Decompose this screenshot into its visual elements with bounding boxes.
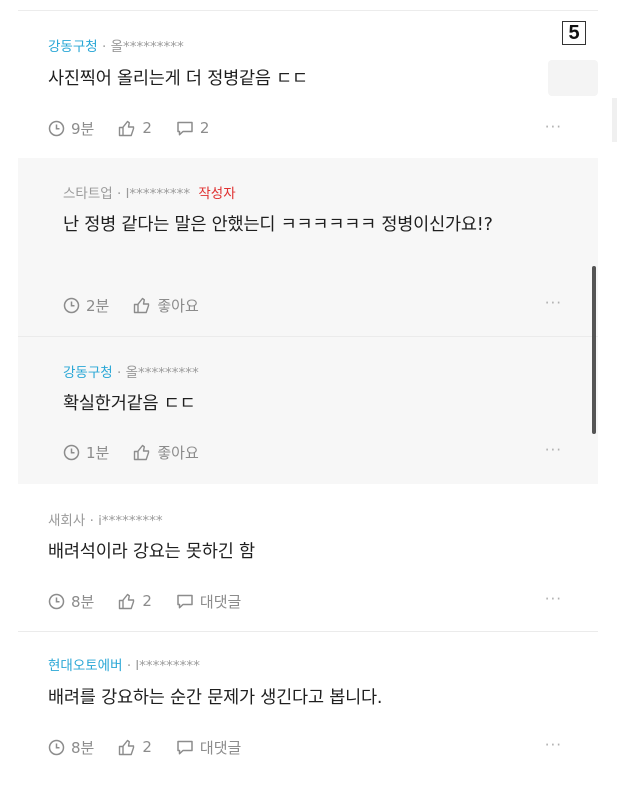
- reply-label: 대댓글: [199, 592, 242, 611]
- thumbs-up-icon: [133, 444, 157, 461]
- comment: 강동구청 · 올********* 사진찍어 올리는게 더 정병같음 ㄷㄷ 9분…: [18, 12, 598, 158]
- comment-actions: 8분 2 대댓글: [48, 590, 265, 612]
- comment-text: 난 정병 같다는 말은 안했는디 ㅋㅋㅋㅋㅋㅋ 정병이신가요!?: [63, 215, 493, 235]
- author-id: · l*********: [116, 186, 191, 202]
- time-stamp: 8분: [48, 737, 94, 758]
- time-stamp: 1분: [63, 442, 109, 463]
- thumbs-up-icon: [118, 120, 142, 137]
- time-text: 2분: [86, 296, 110, 315]
- time-text: 8분: [71, 738, 95, 757]
- like-count: 2: [142, 119, 152, 137]
- speech-bubble-icon: [176, 120, 200, 137]
- reply-count: 2: [199, 119, 210, 137]
- comment-header: 새회사 · i*********: [48, 513, 163, 529]
- time-stamp: 2분: [63, 295, 109, 316]
- time-stamp: 8분: [48, 591, 94, 612]
- reply-button[interactable]: 2: [176, 119, 210, 137]
- more-options-button[interactable]: ···: [545, 590, 562, 608]
- clock-icon: [48, 120, 71, 137]
- time-text: 8분: [71, 592, 95, 611]
- like-button[interactable]: 좋아요: [133, 295, 199, 316]
- comment: 새회사 · i********* 배려석이라 강요는 못하긴 함 8분 2 대댓…: [18, 485, 598, 631]
- comment: 현대오토에버 · l********* 배려를 강요하는 순간 문제가 생긴다고…: [18, 632, 598, 782]
- more-options-button[interactable]: ···: [545, 294, 562, 312]
- like-count: 2: [142, 592, 152, 610]
- scrollbar[interactable]: [592, 266, 596, 434]
- more-options-button[interactable]: ···: [545, 736, 562, 754]
- more-options-button[interactable]: ···: [545, 118, 562, 136]
- like-button[interactable]: 2: [118, 592, 152, 610]
- thumbs-up-icon: [118, 739, 142, 756]
- like-button[interactable]: 2: [118, 738, 152, 756]
- comment-actions: 8분 2 대댓글: [48, 736, 265, 758]
- comment-actions: 2분 좋아요: [63, 294, 223, 316]
- comment-actions: 1분 좋아요: [63, 441, 223, 463]
- speech-bubble-icon: [176, 739, 200, 756]
- like-label: 좋아요: [157, 296, 199, 315]
- time-text: 1분: [86, 443, 110, 462]
- author-name[interactable]: 강동구청: [48, 39, 98, 55]
- author-id: · l*********: [126, 658, 200, 674]
- like-count: 2: [142, 738, 152, 756]
- clock-icon: [63, 444, 86, 461]
- like-button[interactable]: 좋아요: [133, 442, 199, 463]
- clock-icon: [48, 739, 71, 756]
- reply-comment: 강동구청 · 올********* 확실한거같음 ㄷㄷ 1분 좋아요 ···: [18, 337, 598, 484]
- time-stamp: 9분: [48, 118, 94, 139]
- clock-icon: [63, 297, 86, 314]
- author-name[interactable]: 스타트업: [63, 186, 113, 202]
- clock-icon: [48, 593, 71, 610]
- time-text: 9분: [71, 119, 95, 138]
- author-name[interactable]: 강동구청: [63, 365, 113, 381]
- author-id: · i*********: [89, 513, 163, 529]
- comment-text: 확실한거같음 ㄷㄷ: [63, 394, 196, 414]
- comment-actions: 9분 2 2: [48, 117, 233, 139]
- reply-button[interactable]: 대댓글: [176, 737, 241, 758]
- comment-text: 사진찍어 올리는게 더 정병같음 ㄷㄷ: [48, 69, 308, 89]
- thumbs-up-icon: [133, 297, 157, 314]
- like-button[interactable]: 2: [118, 119, 152, 137]
- comment-header: 강동구청 · 올*********: [63, 365, 199, 381]
- comment-text: 배려를 강요하는 순간 문제가 생긴다고 봅니다.: [48, 688, 383, 708]
- comment-header: 현대오토에버 · l*********: [48, 658, 200, 674]
- op-badge: 작성자: [198, 186, 236, 202]
- author-name[interactable]: 새회사: [48, 513, 85, 529]
- thumbs-up-icon: [118, 593, 142, 610]
- top-divider: [18, 10, 598, 11]
- reply-comment: 스타트업 · l********* 작성자 난 정병 같다는 말은 안했는디 ㅋ…: [18, 158, 598, 336]
- comment-text: 배려석이라 강요는 못하긴 함: [48, 542, 255, 562]
- speech-bubble-icon: [176, 593, 200, 610]
- author-name[interactable]: 현대오토에버: [48, 658, 123, 674]
- reply-label: 대댓글: [199, 738, 242, 757]
- author-id: · 올*********: [116, 365, 199, 381]
- background-ghost: [612, 98, 617, 142]
- reply-button[interactable]: 대댓글: [176, 591, 241, 612]
- author-id: · 올*********: [101, 39, 184, 55]
- comment-header: 강동구청 · 올*********: [48, 39, 184, 55]
- comment-header: 스타트업 · l********* 작성자: [63, 186, 236, 202]
- more-options-button[interactable]: ···: [545, 441, 562, 459]
- like-label: 좋아요: [157, 443, 199, 462]
